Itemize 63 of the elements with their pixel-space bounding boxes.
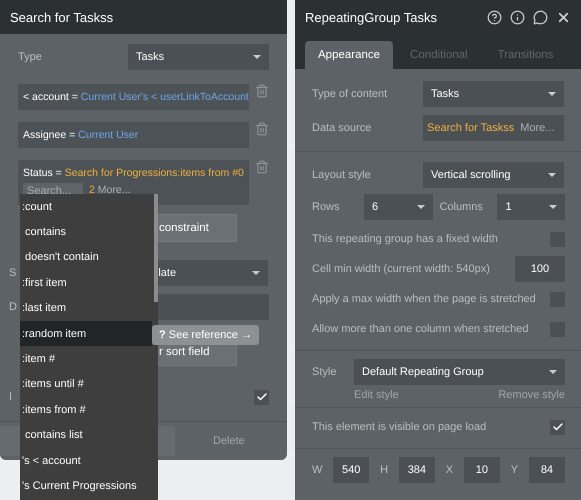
menu-item[interactable]: 's Current Progressions — [20, 473, 152, 499]
caret-icon — [549, 205, 557, 209]
menu-item[interactable]: 's < account — [20, 448, 152, 474]
caret-icon — [548, 173, 556, 177]
menu-item[interactable]: contains list — [20, 422, 152, 448]
field-label: Rows — [312, 201, 341, 213]
panel-title: RepeatingGroup Tasks — [305, 10, 438, 24]
constraint-field[interactable]: Assignee = Current User — [18, 122, 249, 148]
caret-icon — [253, 55, 261, 59]
trash-icon[interactable] — [255, 84, 269, 98]
data-source-field[interactable]: Search for Taskss More... — [423, 115, 564, 141]
tab[interactable]: Appearance — [305, 41, 394, 69]
menu-item[interactable]: :item # — [20, 346, 152, 372]
option-label: Cell min width (current width: 540px) — [312, 263, 491, 275]
panel-title: Search for Taskss — [10, 10, 114, 24]
menu-item[interactable]: :items until # — [20, 372, 152, 398]
menu-item[interactable]: :items from # — [20, 397, 152, 423]
number-field[interactable]: 10 — [464, 457, 500, 483]
field-label: Layout style — [312, 169, 372, 181]
field-label: H — [380, 464, 388, 476]
menu-item[interactable]: :first item — [20, 270, 152, 296]
constraint-field[interactable]: < account = Current User's < userLinkToAccount — [18, 84, 249, 110]
checkbox[interactable] — [254, 390, 269, 404]
option-label: I — [9, 391, 12, 403]
trash-icon[interactable] — [255, 160, 269, 174]
rows-dropdown[interactable]: 6 — [364, 194, 434, 220]
number-field[interactable]: 100 — [515, 256, 565, 282]
content-type-dropdown[interactable]: Tasks — [423, 81, 564, 107]
caret-icon — [417, 205, 426, 209]
layout-dropdown[interactable]: Vertical scrolling — [423, 162, 564, 188]
scrollbar[interactable] — [154, 194, 158, 302]
type-label: Type — [18, 51, 43, 63]
option-label: This element is visible on page load — [312, 421, 488, 433]
field-label: Style — [312, 366, 338, 378]
menu-item[interactable]: doesn't contain — [20, 244, 152, 270]
caret-icon — [548, 92, 556, 96]
help-icon[interactable] — [487, 10, 502, 24]
descending-label: D — [9, 301, 17, 313]
field-label: X — [446, 464, 454, 476]
checkbox[interactable] — [550, 420, 565, 434]
option-label: Apply a max width when the page is stretched — [312, 293, 537, 305]
field-label: Columns — [439, 201, 484, 213]
trash-icon[interactable] — [255, 122, 269, 136]
columns-dropdown[interactable]: 1 — [497, 194, 565, 220]
caret-icon — [252, 271, 260, 275]
info-icon[interactable] — [510, 10, 525, 24]
menu-item[interactable]: :last item — [20, 296, 152, 321]
number-field[interactable]: 540 — [333, 457, 370, 483]
field-label: Type of content — [312, 88, 388, 100]
sort-label: S — [9, 267, 16, 279]
comment-icon[interactable] — [533, 10, 548, 24]
field-label: Y — [510, 464, 518, 476]
number-field[interactable]: 384 — [398, 457, 435, 483]
menu-item[interactable]: contains — [20, 219, 152, 245]
option-label: Allow more than one column when stretched — [312, 323, 530, 335]
menu-item[interactable]: :random item — [20, 320, 152, 346]
field-label: Data source — [312, 122, 372, 134]
option-label: This repeating group has a fixed width — [312, 233, 499, 245]
type-dropdown[interactable]: Tasks — [128, 44, 269, 70]
caret-icon — [549, 370, 557, 374]
number-field[interactable]: 84 — [528, 457, 565, 483]
field-label: W — [312, 464, 322, 476]
style-dropdown[interactable]: Default Repeating Group — [354, 359, 565, 385]
